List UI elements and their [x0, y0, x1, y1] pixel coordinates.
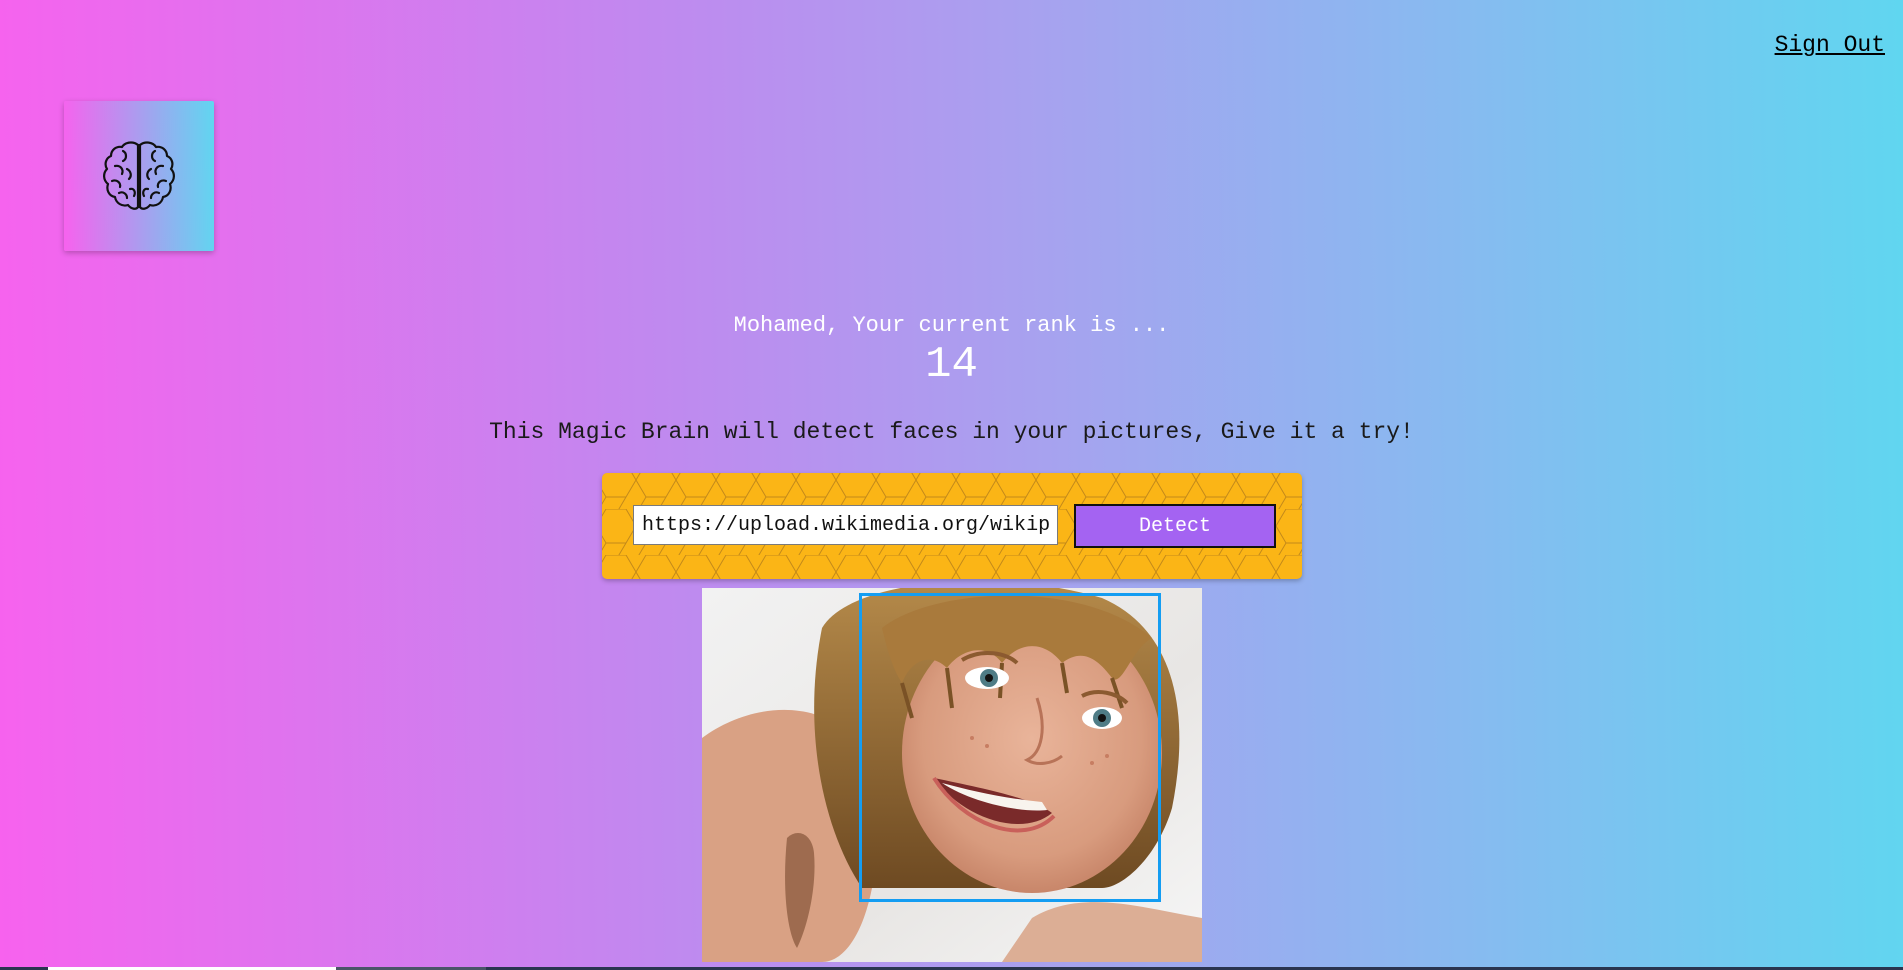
rank-value: 14: [925, 340, 978, 390]
rank-message: Mohamed, Your current rank is ...: [733, 313, 1170, 338]
face-bounding-box: [859, 593, 1161, 902]
app-description: This Magic Brain will detect faces in yo…: [489, 419, 1414, 445]
brain-icon: [103, 141, 175, 210]
detect-button[interactable]: Detect: [1074, 504, 1276, 548]
sign-out-link[interactable]: Sign Out: [1775, 32, 1885, 58]
brain-logo[interactable]: [64, 101, 214, 251]
result-image: [702, 588, 1202, 962]
image-url-input[interactable]: [633, 505, 1058, 545]
image-link-form: Detect: [602, 473, 1302, 579]
